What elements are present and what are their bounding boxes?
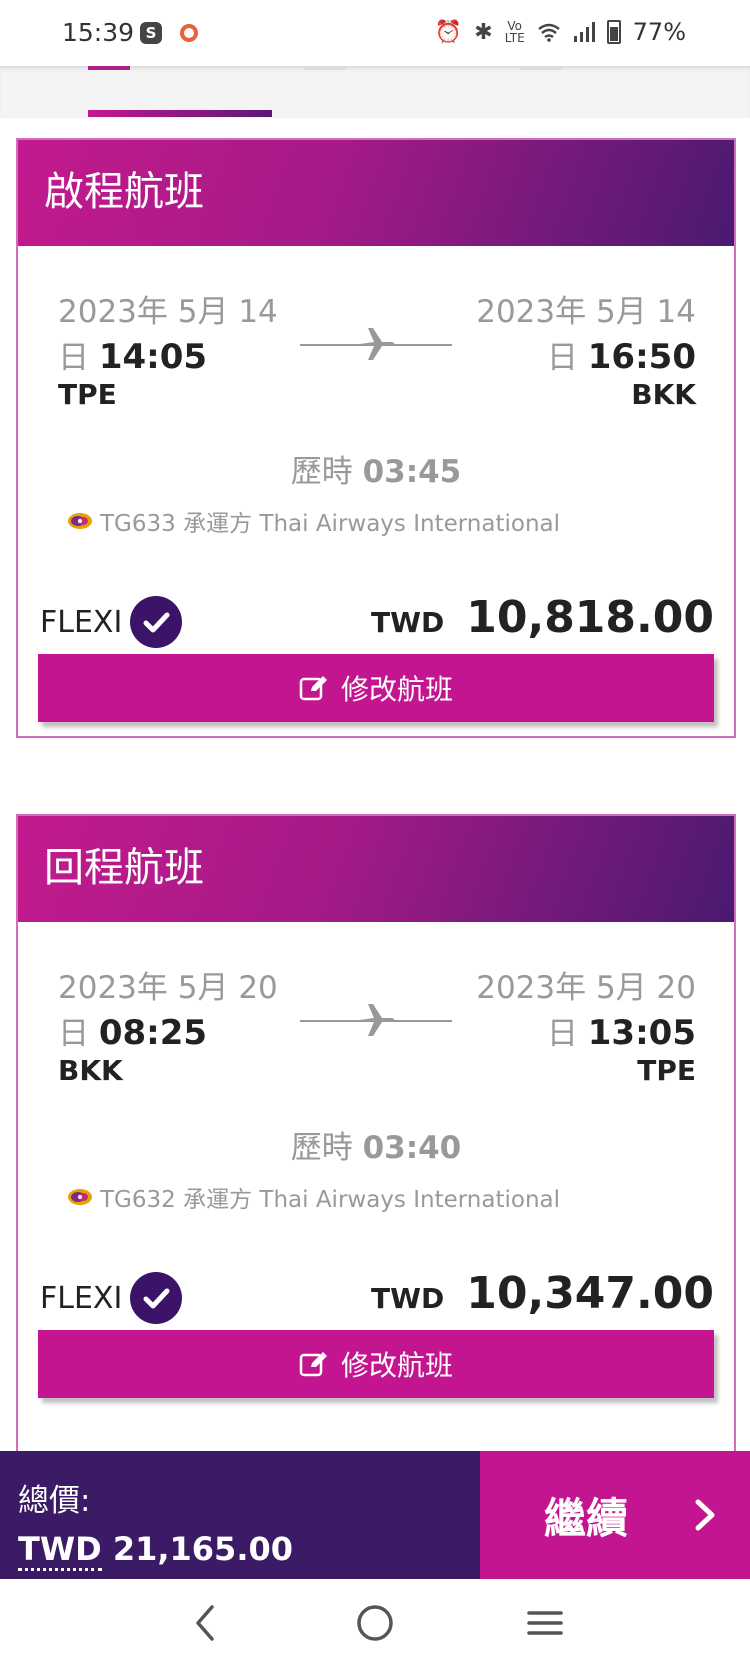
status-time: 15:39 [62,18,135,47]
arrive-day: 日 [546,1016,578,1052]
carrier-text: TG632 承運方 Thai Airways International [100,1187,560,1213]
arrive-airport: TPE [637,1054,696,1087]
carrier-info: TG632 承運方 Thai Airways International [66,1180,560,1214]
depart-airport: BKK [58,1054,123,1087]
signal-icon [573,22,595,42]
thai-airways-logo-icon [68,513,92,529]
duration-value: 03:45 [362,454,462,490]
inbound-flight-card: 回程航班 2023年 5月 20 日 08:25 BKK 2023年 5月 20… [16,814,736,1454]
system-nav-bar [0,1579,750,1667]
wifi-icon [537,23,560,42]
total-label: 總價: [18,1483,91,1519]
fare-class: FLEXI [40,596,183,648]
depart-date: 2023年 5月 14 [58,294,278,330]
bluetooth-icon: ✱ [474,19,493,45]
depart-day: 日 [58,340,89,376]
duration-label: 歷時 [290,1130,353,1166]
flight-duration: 歷時 03:40 [18,1122,734,1167]
carrier-info: TG633 承運方 Thai Airways International [66,504,560,538]
alarm-icon: ⏰ [434,19,463,45]
arrive-time-line: 日 16:50 [547,332,696,377]
airplane-icon [360,328,395,360]
modify-flight-button[interactable]: 修改航班 [38,654,714,722]
record-notification-icon [180,24,198,42]
total-amount: 21,165.00 [112,1530,293,1568]
arrive-time: 16:50 [587,337,696,377]
continue-button[interactable]: 繼續 [480,1451,750,1579]
fare-price: TWD 10,818.00 [371,592,714,643]
duration-value: 03:40 [362,1130,462,1166]
check-icon [130,1272,183,1324]
tab-indicator-3[interactable] [520,66,562,70]
depart-day: 日 [58,1016,89,1052]
arrive-time: 13:05 [587,1013,696,1053]
fare-currency: TWD [371,1282,445,1315]
skype-notification-icon: S [140,22,162,44]
check-icon [130,596,183,648]
tab-indicator-2[interactable] [304,66,346,70]
fare-amount: 10,347.00 [466,1268,714,1319]
outbound-heading: 啟程航班 [18,140,734,246]
thai-airways-logo-icon [68,1189,92,1205]
fare-amount: 10,818.00 [466,592,714,643]
depart-time: 08:25 [98,1013,208,1053]
status-right: ⏰ ✱ Vo LTE 77% [435,18,686,46]
active-tab-underline [88,110,272,117]
arrive-airport: BKK [631,378,696,411]
fare-price: TWD 10,347.00 [371,1268,714,1319]
fare-class-label: FLEXI [40,1280,123,1316]
arrive-day: 日 [546,340,578,376]
depart-airport: TPE [58,378,117,411]
fare-class-label: FLEXI [40,604,123,640]
battery-percent: 77% [632,18,686,46]
total-price-panel: 總價: TWD 21,165.00 [0,1451,480,1579]
fare-class: FLEXI [40,1272,183,1324]
modify-flight-label: 修改航班 [340,673,453,706]
inbound-heading: 回程航班 [18,816,734,922]
home-icon[interactable] [350,1598,400,1648]
depart-time-line: 日 14:05 [58,332,207,377]
depart-date: 2023年 5月 20 [58,970,278,1006]
fare-currency: TWD [371,606,445,639]
total-price: TWD 21,165.00 [18,1530,480,1571]
status-bar: 15:39 S ⏰ ✱ Vo LTE 77% [0,0,750,66]
battery-icon [606,20,621,44]
arrive-date: 2023年 5月 20 [476,970,696,1006]
volte-icon: Vo LTE [504,19,525,45]
depart-time-line: 日 08:25 [58,1008,207,1053]
arrive-date: 2023年 5月 14 [476,294,696,330]
depart-time: 14:05 [98,337,208,377]
edit-icon [299,676,327,701]
modify-flight-label: 修改航班 [340,1349,453,1382]
arrive-time-line: 日 13:05 [547,1008,696,1053]
carrier-text: TG633 承運方 Thai Airways International [100,511,560,537]
airplane-icon [360,1004,395,1036]
recent-apps-icon[interactable] [520,1598,570,1648]
duration-label: 歷時 [290,454,353,490]
total-currency[interactable]: TWD [18,1530,102,1571]
tab-indicator-1[interactable] [88,66,130,70]
back-icon[interactable] [180,1598,230,1648]
edit-icon [299,1352,327,1377]
outbound-flight-card: 啟程航班 2023年 5月 14 日 14:05 TPE 2023年 5月 14… [16,138,736,738]
flight-duration: 歷時 03:45 [18,446,734,491]
checkout-bar: 總價: TWD 21,165.00 繼續 [0,1451,750,1579]
chevron-right-icon [695,1499,715,1531]
modify-flight-button[interactable]: 修改航班 [38,1330,714,1398]
continue-label: 繼續 [544,1493,629,1543]
